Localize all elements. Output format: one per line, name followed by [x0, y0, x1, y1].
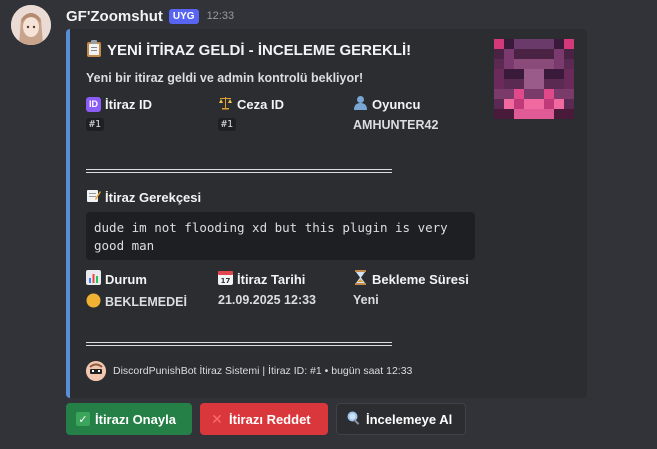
- action-buttons: ✓ İtirazı Onayla ✕ İtirazı Reddet İncele…: [66, 403, 466, 435]
- field-appeal-date: 17 İtiraz Tarihi 21.09.2025 12:33: [218, 270, 348, 307]
- user-avatar[interactable]: [11, 5, 51, 45]
- field-appeal-id: ID İtiraz ID #1: [86, 95, 216, 131]
- clipboard-icon: [86, 40, 102, 61]
- field-status: Durum BEKLEMEDEİ: [86, 270, 216, 311]
- embed-footer: DiscordPunishBot İtiraz Sistemi | İtiraz…: [86, 361, 412, 381]
- appeal-date-value: 21.09.2025 12:33: [218, 293, 317, 307]
- field-label: İtiraz Gerekçesi: [105, 189, 202, 205]
- field-label: Ceza ID: [237, 96, 284, 112]
- reason-codeblock[interactable]: dude im not flooding xd but this plugin …: [86, 212, 475, 260]
- field-label: İtiraz ID: [105, 96, 152, 112]
- message-header: GF'Zoomshut UYG 12:33: [66, 7, 234, 25]
- player-name-value: AMHUNTER42: [353, 118, 439, 132]
- review-appeal-button[interactable]: İncelemeye Al: [336, 403, 466, 435]
- field-label: Bekleme Süresi: [372, 271, 469, 287]
- message-timestamp: 12:33: [206, 10, 235, 22]
- separator-line: [86, 345, 392, 346]
- player-skin-thumbnail[interactable]: [494, 39, 574, 119]
- field-wait-time: Bekleme Süresi Yeni: [353, 270, 483, 307]
- server-tag-badge[interactable]: UYG: [168, 8, 199, 24]
- footer-text: DiscordPunishBot İtiraz Sistemi | İtiraz…: [113, 365, 413, 377]
- magnifier-icon: [347, 411, 361, 428]
- memo-icon: [86, 188, 101, 206]
- field-penalty-id: Ceza ID #1: [218, 95, 348, 131]
- scales-icon: [218, 95, 233, 113]
- cross-icon: ✕: [211, 410, 223, 427]
- hourglass-icon: [353, 270, 368, 288]
- penalty-id-value: #1: [218, 118, 237, 131]
- appeal-embed: YENİ İTİRAZ GELDİ - İNCELEME GEREKLİ! Ye…: [66, 29, 587, 398]
- appeal-id-value: #1: [86, 118, 105, 131]
- id-icon: ID: [86, 96, 101, 112]
- field-player: Oyuncu AMHUNTER42: [353, 95, 483, 132]
- calendar-icon: 17: [218, 270, 233, 288]
- field-reason: İtiraz Gerekçesi: [86, 188, 386, 206]
- separator-line: [86, 169, 392, 170]
- approve-appeal-button[interactable]: ✓ İtirazı Onayla: [66, 403, 192, 435]
- embed-title-text: YENİ İTİRAZ GELDİ - İNCELEME GEREKLİ!: [107, 42, 412, 59]
- username[interactable]: GF'Zoomshut: [66, 8, 163, 25]
- reject-button-label: İtirazı Reddet: [229, 411, 311, 427]
- svg-text:17: 17: [221, 277, 231, 285]
- field-label: İtiraz Tarihi: [237, 271, 306, 287]
- review-button-label: İncelemeye Al: [366, 411, 453, 427]
- separator-line: [86, 172, 392, 173]
- bot-icon: [86, 361, 106, 381]
- chart-icon: [86, 270, 101, 288]
- reject-appeal-button[interactable]: ✕ İtirazı Reddet: [200, 403, 328, 435]
- embed-title: YENİ İTİRAZ GELDİ - İNCELEME GEREKLİ!: [86, 40, 411, 61]
- embed-description: Yeni bir itiraz geldi ve admin kontrolü …: [86, 71, 364, 85]
- yellow-circle-icon: [86, 293, 101, 311]
- wait-time-value: Yeni: [353, 293, 379, 307]
- approve-button-label: İtirazı Onayla: [95, 411, 176, 427]
- status-value: BEKLEMEDEİ: [105, 295, 187, 309]
- field-label: Oyuncu: [372, 96, 421, 112]
- user-icon: [353, 95, 368, 113]
- field-label: Durum: [105, 271, 147, 287]
- checkmark-icon: ✓: [76, 412, 90, 426]
- separator-line: [86, 342, 392, 343]
